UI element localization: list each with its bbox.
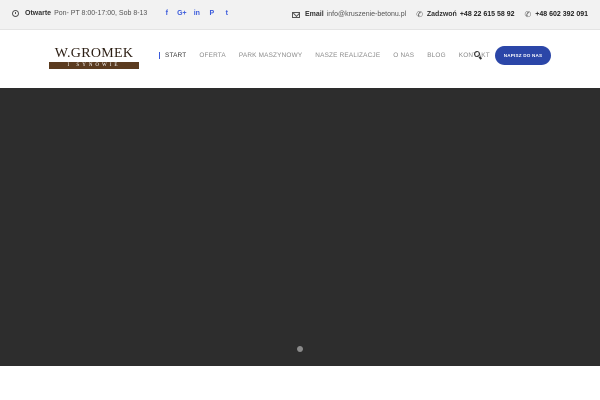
nav-item-nasze-realizacje[interactable]: Nasze realizacje [315,52,380,59]
nav-item-start[interactable]: Start [159,52,186,59]
content-area [0,366,600,400]
contact-button[interactable]: Napisz do nas [495,46,551,65]
search-icon[interactable] [474,51,483,60]
hero-slider [0,88,600,366]
main-nav: Start Oferta Park maszynowy Nasze realiz… [159,52,503,59]
twitter-icon[interactable]: t [219,10,234,17]
nav-item-o-nas[interactable]: O nas [393,52,414,59]
logo-main-text: W.GROMEK [54,46,134,61]
google-plus-icon[interactable]: G+ [174,10,189,17]
phone-icon: ✆ [416,10,423,19]
site-logo[interactable]: W.GROMEK I SYNOWIE [49,47,139,69]
email-link[interactable]: info@kruszenie-betonu.pl [327,11,407,18]
site-header: W.GROMEK I SYNOWIE Start Oferta Park mas… [0,30,600,88]
nav-item-park-maszynowy[interactable]: Park maszynowy [239,52,302,59]
hours-value: Pon- PT 8:00-17:00, Sob 8-13 [54,10,148,17]
pinterest-icon[interactable]: P [204,10,219,17]
logo-sub-text: I SYNOWIE [49,62,139,69]
hours-label: Otwarte [25,10,52,17]
call-label: Zadzwoń [426,11,457,18]
linkedin-icon[interactable]: in [189,10,204,17]
nav-item-oferta[interactable]: Oferta [199,52,226,59]
clock-icon [12,10,19,17]
nav-item-blog[interactable]: Blog [427,52,446,59]
slider-dot[interactable] [297,346,303,352]
top-bar-left: Otwarte Pon- PT 8:00-17:00, Sob 8-13 f G… [12,10,234,17]
social-links: f G+ in P t [159,10,234,17]
phone-number-2[interactable]: +48 602 392 091 [535,11,588,18]
phone-number-1[interactable]: +48 22 615 58 92 [460,11,515,18]
email-label: Email [305,11,324,18]
envelope-icon [292,11,300,18]
top-bar-right: Email info@kruszenie-betonu.pl ✆ Zadzwoń… [292,10,588,19]
phone-icon: ✆ [524,10,532,19]
top-bar: Otwarte Pon- PT 8:00-17:00, Sob 8-13 f G… [0,0,600,30]
facebook-icon[interactable]: f [159,10,174,17]
